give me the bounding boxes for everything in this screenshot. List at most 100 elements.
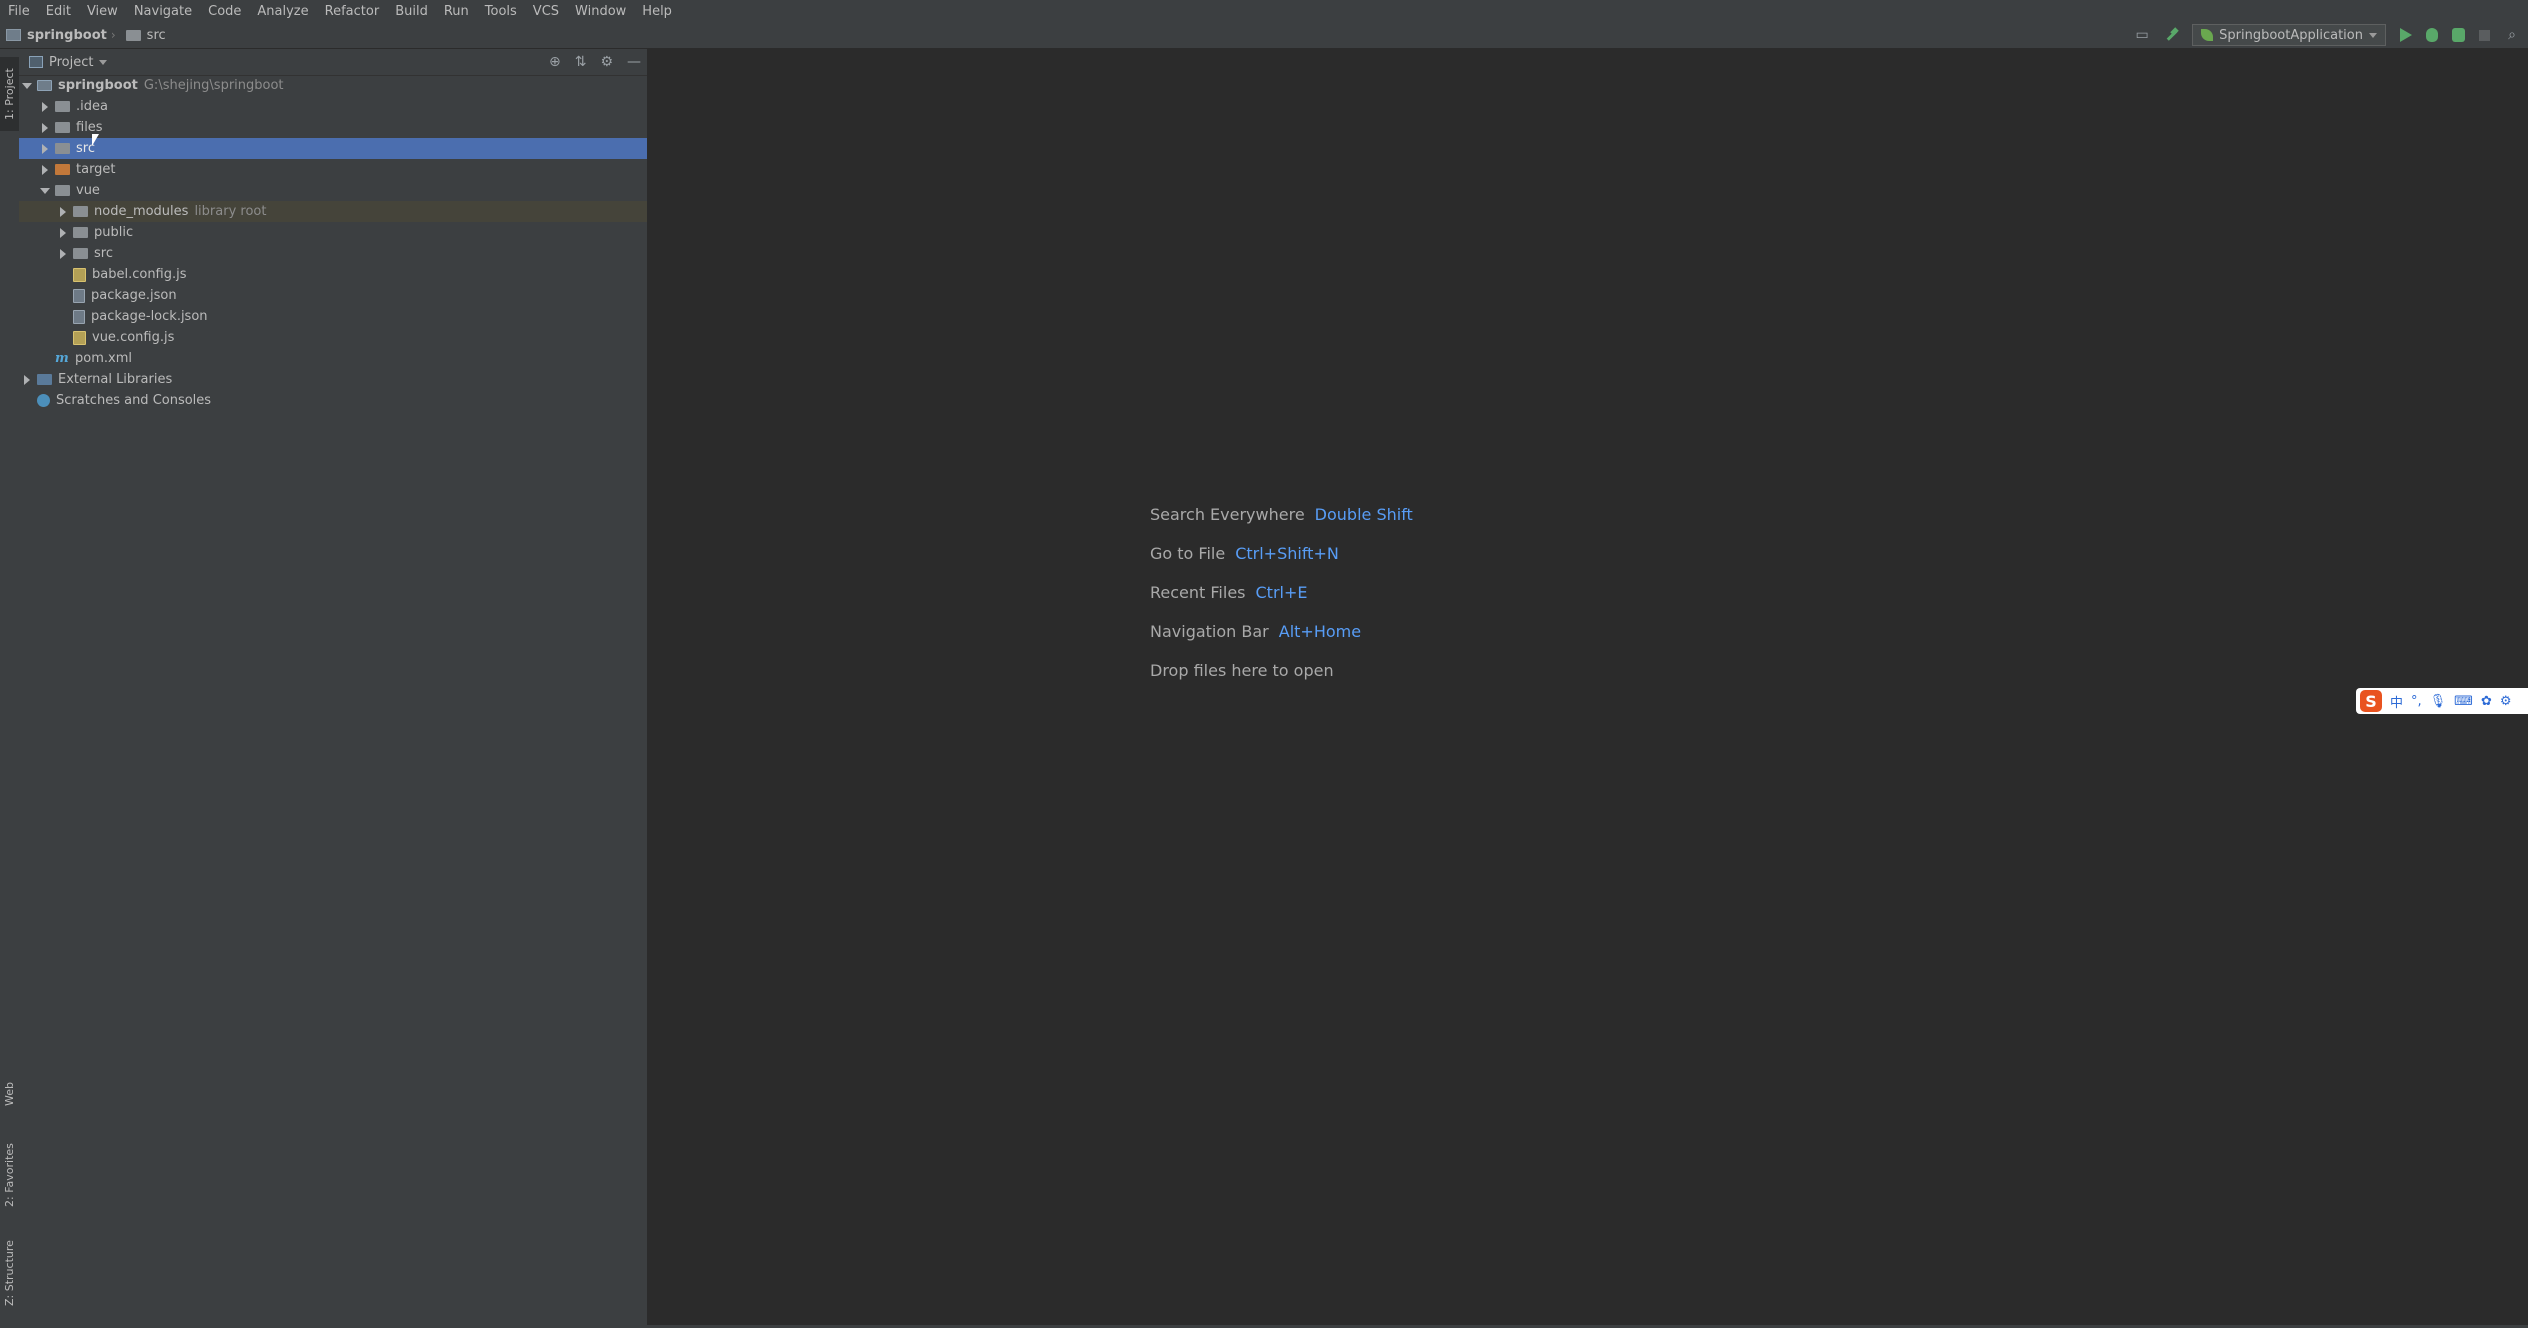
project-icon xyxy=(6,29,21,41)
hint-label: Search Everywhere xyxy=(1150,505,1305,524)
menu-tools[interactable]: Tools xyxy=(477,4,525,19)
json-file-icon xyxy=(73,309,85,324)
tree-item-path: G:\shejing\springboot xyxy=(143,78,284,93)
chevron-right-icon[interactable] xyxy=(39,164,51,175)
breadcrumb-folder-label: src xyxy=(146,27,166,43)
tree-item-idea[interactable]: .idea xyxy=(19,96,647,117)
project-panel-title: Project xyxy=(49,54,94,70)
hint-recent-files: Recent Files Ctrl+E xyxy=(1150,573,1413,612)
ime-language-toggle[interactable]: 中 xyxy=(2390,692,2403,711)
ime-toolbar[interactable]: S 中 °, 🎙 ⌨ ✿ ⚙ xyxy=(2356,688,2528,714)
menu-edit[interactable]: Edit xyxy=(38,4,79,19)
menu-analyze[interactable]: Analyze xyxy=(249,4,316,19)
chevron-down-icon xyxy=(2369,32,2377,38)
chevron-right-icon[interactable] xyxy=(39,122,51,133)
tree-item-label: package-lock.json xyxy=(91,309,208,324)
folder-icon xyxy=(55,101,70,112)
navigation-bar: springboot › src ▭ SpringbootApplication… xyxy=(0,22,2528,49)
tree-item-scratches[interactable]: Scratches and Consoles xyxy=(19,390,647,411)
tree-item-label: Scratches and Consoles xyxy=(56,393,212,408)
search-icon[interactable]: ⌕ xyxy=(2504,27,2520,43)
tree-item-pom[interactable]: m pom.xml xyxy=(19,348,647,369)
stop-icon[interactable] xyxy=(2479,29,2490,41)
tree-item-target[interactable]: target xyxy=(19,159,647,180)
editor-empty-area[interactable] xyxy=(648,49,2528,1328)
breadcrumb-folder[interactable]: src xyxy=(125,27,166,43)
coverage-icon[interactable] xyxy=(2452,28,2465,42)
hint-label: Recent Files xyxy=(1150,583,1246,602)
breadcrumb-project-label: springboot xyxy=(27,27,107,43)
tree-item-label: src xyxy=(94,246,113,261)
project-tool-window: Project ⊕ ⇅ ⚙ — springboot G:\shejing\sp… xyxy=(19,49,648,1328)
hint-shortcut: Ctrl+Shift+N xyxy=(1235,544,1339,563)
minimize-icon[interactable]: — xyxy=(627,54,641,70)
microphone-icon[interactable]: 🎙 xyxy=(2430,694,2447,709)
tree-item-src[interactable]: src xyxy=(19,138,647,159)
breadcrumb-project[interactable]: springboot xyxy=(6,28,107,43)
tree-item-node-modules[interactable]: node_modules library root xyxy=(19,201,647,222)
project-panel-tools: ⊕ ⇅ ⚙ — xyxy=(549,49,641,75)
tree-item-vue-config[interactable]: vue.config.js xyxy=(19,327,647,348)
layout-icon[interactable]: ▭ xyxy=(2134,27,2150,43)
run-configuration-select[interactable]: SpringbootApplication xyxy=(2192,24,2386,46)
collapse-all-icon[interactable]: ⇅ xyxy=(575,54,587,70)
menu-help[interactable]: Help xyxy=(634,4,680,19)
module-icon xyxy=(37,80,52,91)
gear-icon[interactable]: ⚙ xyxy=(600,54,613,70)
project-view-selector[interactable]: Project xyxy=(29,54,108,70)
tree-item-external-libraries[interactable]: External Libraries xyxy=(19,369,647,390)
debug-icon[interactable] xyxy=(2426,28,2438,42)
tool-tab-project[interactable]: 1: Project xyxy=(0,57,19,131)
tree-item-vue-src[interactable]: src xyxy=(19,243,647,264)
skin-icon[interactable]: ✿ xyxy=(2481,694,2492,709)
chevron-right-icon[interactable] xyxy=(57,227,69,238)
menu-view[interactable]: View xyxy=(79,4,126,19)
chevron-down-icon[interactable] xyxy=(21,82,33,89)
tree-item-label: package.json xyxy=(91,288,177,303)
menu-refactor[interactable]: Refactor xyxy=(317,4,388,19)
chevron-right-icon[interactable] xyxy=(57,206,69,217)
menu-navigate[interactable]: Navigate xyxy=(126,4,200,19)
chevron-down-icon[interactable] xyxy=(39,187,51,194)
run-icon[interactable] xyxy=(2400,28,2412,42)
menu-run[interactable]: Run xyxy=(436,4,477,19)
sogou-logo-icon[interactable]: S xyxy=(2360,690,2382,712)
folder-icon xyxy=(73,227,88,238)
punctuation-icon[interactable]: °, xyxy=(2411,694,2422,709)
tree-item-public[interactable]: public xyxy=(19,222,647,243)
chevron-right-icon[interactable] xyxy=(57,248,69,259)
locate-icon[interactable]: ⊕ xyxy=(549,54,561,70)
tree-item-label: pom.xml xyxy=(75,351,132,366)
chevron-right-icon[interactable] xyxy=(39,101,51,112)
tree-item-files[interactable]: files xyxy=(19,117,647,138)
breadcrumb-separator: › xyxy=(110,28,116,42)
menu-vcs[interactable]: VCS xyxy=(525,4,567,19)
tree-item-label: springboot xyxy=(58,78,138,93)
menu-window[interactable]: Window xyxy=(567,4,634,19)
hint-shortcut: Double Shift xyxy=(1314,505,1413,524)
toolbox-icon[interactable]: ⚙ xyxy=(2500,694,2512,709)
tool-tab-structure[interactable]: Z: Structure xyxy=(0,1233,19,1313)
menu-bar: File Edit View Navigate Code Analyze Ref… xyxy=(0,0,2528,22)
hammer-icon[interactable] xyxy=(2164,28,2178,42)
tree-item-label: External Libraries xyxy=(58,372,173,387)
hint-navigation-bar: Navigation Bar Alt+Home xyxy=(1150,612,1413,651)
menu-code[interactable]: Code xyxy=(200,4,249,19)
tree-item-babel-config[interactable]: babel.config.js xyxy=(19,264,647,285)
keyboard-icon[interactable]: ⌨ xyxy=(2454,694,2473,709)
tree-item-package-lock[interactable]: package-lock.json xyxy=(19,306,647,327)
folder-icon xyxy=(73,206,88,217)
menu-build[interactable]: Build xyxy=(387,4,436,19)
tool-tab-web[interactable]: Web xyxy=(0,1071,19,1117)
menu-file[interactable]: File xyxy=(0,4,38,19)
chevron-right-icon[interactable] xyxy=(21,374,33,385)
folder-icon xyxy=(55,143,70,154)
tool-tab-favorites[interactable]: 2: Favorites xyxy=(0,1135,19,1215)
tree-item-vue[interactable]: vue xyxy=(19,180,647,201)
left-tool-stripe: 1: Project Web 2: Favorites Z: Structure xyxy=(0,49,20,1328)
tree-item-label: vue.config.js xyxy=(92,330,175,345)
tree-root-springboot[interactable]: springboot G:\shejing\springboot xyxy=(19,75,647,96)
javascript-file-icon xyxy=(73,267,86,282)
tree-item-package-json[interactable]: package.json xyxy=(19,285,647,306)
chevron-right-icon[interactable] xyxy=(39,143,51,154)
